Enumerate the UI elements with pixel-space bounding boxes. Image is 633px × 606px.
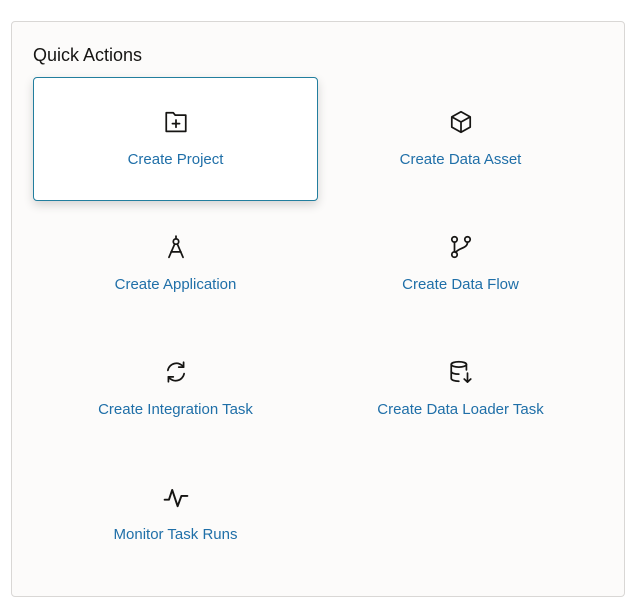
create-data-flow-tile[interactable]: Create Data Flow (318, 202, 603, 326)
create-application-tile[interactable]: Create Application (33, 202, 318, 326)
create-integration-task-tile[interactable]: Create Integration Task (33, 327, 318, 451)
monitor-task-runs-label: Monitor Task Runs (113, 526, 238, 543)
panel-title: Quick Actions (33, 45, 143, 65)
create-data-loader-task-label: Create Data Loader Task (377, 401, 544, 418)
folder-plus-icon (163, 109, 189, 135)
create-data-loader-task-tile[interactable]: Create Data Loader Task (318, 327, 603, 451)
refresh-icon (163, 359, 189, 385)
cube-icon (448, 109, 474, 135)
monitor-task-runs-tile[interactable]: Monitor Task Runs (33, 452, 318, 576)
quick-actions-panel: Quick Actions Create Project Create Data… (11, 21, 625, 597)
create-application-label: Create Application (114, 276, 237, 293)
create-project-label: Create Project (127, 151, 224, 168)
create-project-tile[interactable]: Create Project (33, 77, 318, 201)
create-data-asset-label: Create Data Asset (399, 151, 522, 168)
create-data-flow-label: Create Data Flow (402, 276, 519, 293)
flow-branch-icon (448, 234, 474, 260)
activity-pulse-icon (163, 484, 189, 510)
database-download-icon (448, 359, 474, 385)
create-data-asset-tile[interactable]: Create Data Asset (318, 77, 603, 201)
create-integration-task-label: Create Integration Task (98, 401, 253, 418)
compass-icon (163, 234, 189, 260)
